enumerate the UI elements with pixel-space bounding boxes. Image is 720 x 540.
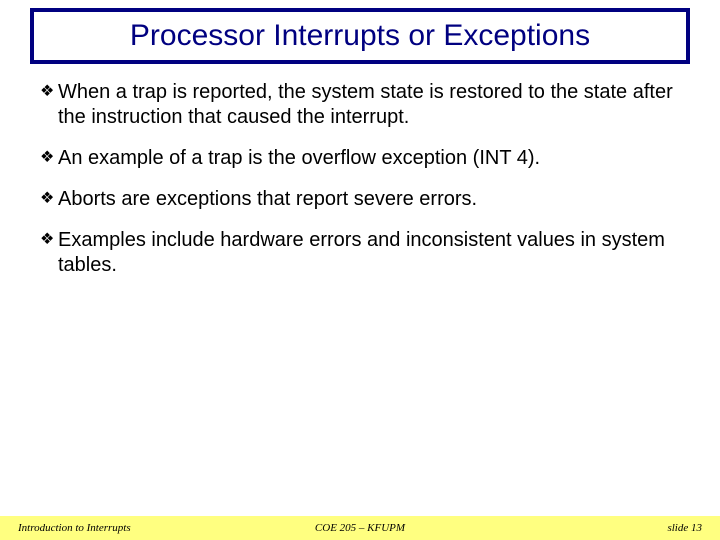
slide-content: ❖ When a trap is reported, the system st… — [40, 80, 680, 294]
bullet-text: When a trap is reported, the system stat… — [58, 80, 680, 130]
bullet-text: An example of a trap is the overflow exc… — [58, 146, 680, 171]
diamond-bullet-icon: ❖ — [40, 146, 58, 170]
title-bar: Processor Interrupts or Exceptions — [30, 8, 690, 64]
bullet-text: Aborts are exceptions that report severe… — [58, 187, 680, 212]
bullet-item: ❖ When a trap is reported, the system st… — [40, 80, 680, 130]
diamond-bullet-icon: ❖ — [40, 228, 58, 252]
bullet-text: Examples include hardware errors and inc… — [58, 228, 680, 278]
diamond-bullet-icon: ❖ — [40, 187, 58, 211]
slide-footer: Introduction to Interrupts COE 205 – KFU… — [0, 516, 720, 540]
footer-center: COE 205 – KFUPM — [315, 522, 405, 534]
bullet-item: ❖ Aborts are exceptions that report seve… — [40, 187, 680, 212]
footer-right: slide 13 — [667, 522, 702, 534]
slide-title: Processor Interrupts or Exceptions — [130, 19, 590, 53]
bullet-item: ❖ An example of a trap is the overflow e… — [40, 146, 680, 171]
footer-left: Introduction to Interrupts — [18, 522, 131, 534]
diamond-bullet-icon: ❖ — [40, 80, 58, 104]
bullet-item: ❖ Examples include hardware errors and i… — [40, 228, 680, 278]
title-inner: Processor Interrupts or Exceptions — [34, 12, 686, 60]
